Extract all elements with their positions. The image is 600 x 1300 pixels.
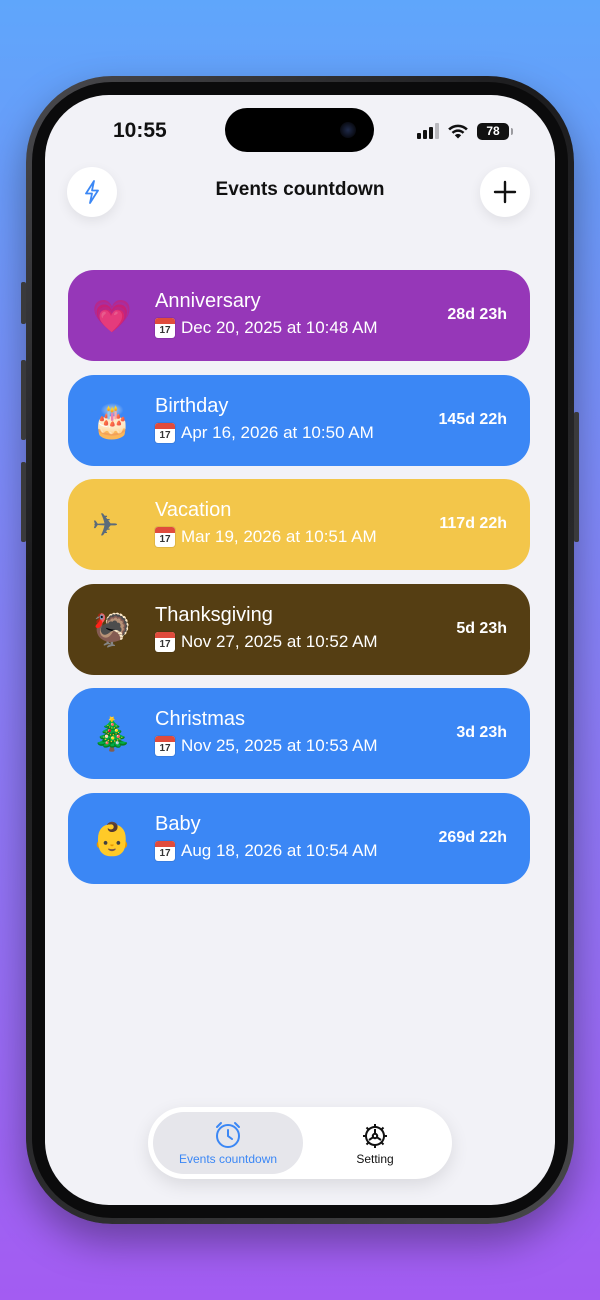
event-name: Anniversary: [155, 290, 261, 312]
tab-bar: Events countdown Setting: [148, 1107, 452, 1179]
calendar-icon: 17: [155, 422, 175, 443]
power-button: [574, 412, 579, 542]
battery-level: 78: [486, 124, 500, 138]
baby-icon: 👶: [92, 819, 132, 858]
event-date-text: Apr 16, 2026 at 10:50 AM: [181, 422, 374, 442]
event-date: 17 Apr 16, 2026 at 10:50 AM: [155, 422, 374, 443]
event-date: 17 Nov 27, 2025 at 10:52 AM: [155, 631, 378, 652]
tab-setting[interactable]: Setting: [303, 1112, 447, 1174]
christmas-tree-icon: 🎄: [92, 715, 132, 754]
event-date-text: Aug 18, 2026 at 10:54 AM: [181, 840, 378, 860]
event-date-text: Mar 19, 2026 at 10:51 AM: [181, 527, 377, 547]
event-name: Christmas: [155, 708, 246, 731]
volume-down-button: [21, 462, 26, 542]
event-card-thanksgiving[interactable]: 🦃 Thanksgiving 17 Nov 27, 2025 at 10:52 …: [68, 583, 530, 675]
birthday-cake-icon: 🎂: [92, 401, 132, 440]
tab-label: Setting: [356, 1152, 394, 1166]
event-date: 17 Dec 20, 2025 at 10:48 AM: [155, 318, 378, 338]
event-countdown: 269d 22h: [438, 828, 507, 846]
event-countdown: 117d 22h: [439, 515, 507, 533]
tab-label: Events countdown: [178, 1152, 278, 1166]
tab-events-countdown[interactable]: Events countdown: [153, 1112, 303, 1174]
event-date-text: Nov 27, 2025 at 10:52 AM: [181, 631, 378, 651]
event-card-birthday[interactable]: 🎂 Birthday 17 Apr 16, 2026 at 10:50 AM 1…: [68, 374, 530, 466]
volume-up-button: [21, 360, 26, 440]
heart-icon: 💗: [92, 297, 132, 335]
calendar-icon: 17: [155, 527, 175, 548]
event-card-baby[interactable]: 👶 Baby 17 Aug 18, 2026 at 10:54 AM 269d …: [68, 792, 530, 884]
airplane-icon: ✈: [92, 506, 119, 545]
calendar-icon: 17: [155, 631, 175, 652]
event-name: Birthday: [155, 394, 229, 417]
cellular-signal-icon: [417, 123, 439, 139]
calendar-icon: 17: [155, 318, 175, 338]
plus-icon: [493, 180, 517, 204]
event-countdown: 5d 23h: [456, 619, 507, 637]
calendar-icon: 17: [155, 840, 175, 861]
action-button: [21, 282, 26, 324]
calendar-icon: 17: [155, 736, 175, 757]
status-indicators: 78: [417, 122, 513, 140]
event-name: Baby: [155, 812, 201, 835]
page-title: Events countdown: [215, 179, 385, 200]
dynamic-island: [225, 108, 374, 152]
event-countdown: 145d 22h: [438, 410, 507, 428]
event-name: Thanksgiving: [155, 603, 273, 626]
add-event-button[interactable]: [480, 167, 530, 217]
battery-icon: 78: [477, 122, 513, 140]
status-time: 10:55: [113, 119, 167, 142]
app-screen: 10:55 78 Events countdown 💗 Anniversary …: [45, 95, 555, 1205]
event-date-text: Dec 20, 2025 at 10:48 AM: [181, 318, 378, 337]
event-countdown: 28d 23h: [447, 306, 507, 323]
event-card-vacation[interactable]: ✈ Vacation 17 Mar 19, 2026 at 10:51 AM 1…: [68, 479, 530, 571]
event-date: 17 Aug 18, 2026 at 10:54 AM: [155, 840, 378, 861]
wifi-icon: [448, 124, 468, 139]
event-countdown: 3d 23h: [456, 724, 507, 742]
turkey-icon: 🦃: [92, 610, 132, 649]
event-date: 17 Mar 19, 2026 at 10:51 AM: [155, 527, 377, 548]
camera-icon: [340, 122, 356, 138]
gear-icon: [363, 1124, 387, 1148]
event-list: 💗 Anniversary 17 Dec 20, 2025 at 10:48 A…: [68, 270, 530, 898]
event-card-anniversary[interactable]: 💗 Anniversary 17 Dec 20, 2025 at 10:48 A…: [68, 270, 530, 361]
event-date: 17 Nov 25, 2025 at 10:53 AM: [155, 736, 378, 757]
event-card-christmas[interactable]: 🎄 Christmas 17 Nov 25, 2025 at 10:53 AM …: [68, 688, 530, 780]
alarm-clock-icon: [216, 1122, 240, 1148]
event-date-text: Nov 25, 2025 at 10:53 AM: [181, 736, 378, 756]
event-name: Vacation: [155, 499, 232, 522]
